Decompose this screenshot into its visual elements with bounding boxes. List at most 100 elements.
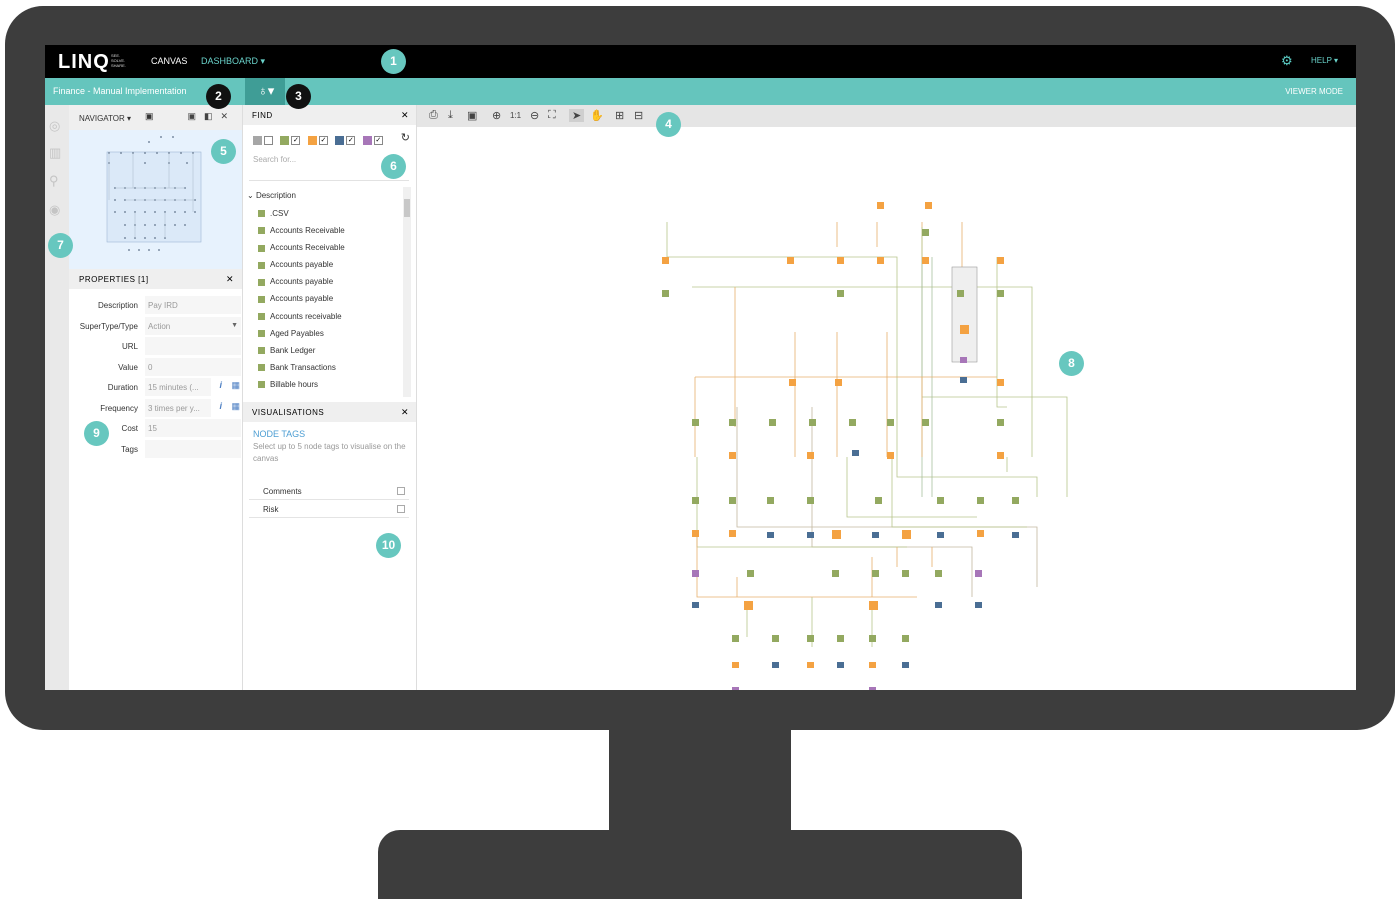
- property-value[interactable]: 0: [145, 357, 241, 376]
- nav-dashboard-menu[interactable]: DASHBOARD ▾: [201, 56, 265, 67]
- close-icon[interactable]: ✕: [226, 274, 234, 285]
- data-node-icon: [258, 210, 265, 218]
- actual-size-icon[interactable]: 1:1: [510, 111, 521, 120]
- list-item[interactable]: .CSV: [258, 209, 345, 226]
- print-icon[interactable]: ⎙: [429, 109, 438, 122]
- property-value[interactable]: 15: [145, 419, 241, 437]
- find-header: FIND ✕: [243, 105, 416, 125]
- filter-checkbox[interactable]: ✓: [346, 136, 356, 146]
- property-label: Cost: [121, 424, 138, 433]
- list-item[interactable]: Accounts Receivable: [258, 226, 345, 243]
- filter-checkbox[interactable]: ✓: [373, 136, 383, 146]
- process-canvas[interactable]: [417, 127, 1356, 690]
- callout-badge: 7: [48, 233, 73, 258]
- tag-checkbox[interactable]: [397, 505, 405, 513]
- scrollbar-thumb[interactable]: [404, 199, 410, 217]
- tag-label: Comments: [263, 487, 302, 496]
- data-node-icon: [258, 278, 265, 286]
- app-screen: LINQ SEE. SOLVE. SHARE. CANVAS DASHBOARD…: [45, 45, 1356, 690]
- find-scrollbar[interactable]: [403, 187, 411, 397]
- visualisations-title: VISUALISATIONS: [252, 408, 325, 417]
- navigator-window-buttons[interactable]: ▣◧✕: [187, 111, 236, 122]
- left-icon-rail: ◎ ▥ ⚲ ◉: [45, 105, 69, 690]
- pointer-icon[interactable]: ➤: [569, 109, 585, 122]
- property-row-type: SuperType/Type Action ▼: [69, 316, 242, 337]
- compass-icon[interactable]: ◎: [49, 118, 60, 134]
- user-menu-button[interactable]: ♁▾: [245, 78, 285, 105]
- type-select[interactable]: Action: [145, 316, 241, 335]
- list-item[interactable]: Bank Ledger: [258, 346, 345, 363]
- nav-canvas-link[interactable]: CANVAS: [151, 56, 187, 66]
- property-value[interactable]: 15 minutes (...: [145, 378, 211, 396]
- tag-checkbox[interactable]: [397, 487, 405, 495]
- find-title: FIND: [252, 111, 273, 120]
- description-group[interactable]: ⌄ Description: [247, 191, 296, 200]
- close-icon[interactable]: ✕: [401, 110, 409, 121]
- chevron-down-icon: ⌄: [247, 191, 256, 200]
- callout-badge: 10: [376, 533, 401, 558]
- callout-badge: 8: [1059, 351, 1084, 376]
- pan-hand-icon[interactable]: ✋: [590, 109, 604, 122]
- list-item-label: .CSV: [270, 209, 289, 218]
- search-input[interactable]: Search for...: [253, 155, 296, 164]
- search-icon[interactable]: ⚲: [49, 173, 59, 189]
- expand-all-icon[interactable]: ⊞: [615, 109, 624, 122]
- callout-badge: 5: [211, 139, 236, 164]
- list-item-label: Accounts payable: [270, 260, 334, 270]
- property-value[interactable]: [145, 439, 241, 458]
- list-item-label: Accounts Receivable: [270, 226, 345, 236]
- close-icon[interactable]: ✕: [401, 407, 409, 418]
- node-type-filters: ✓ ✓ ✓ ✓: [253, 132, 386, 150]
- gear-icon[interactable]: ⚙: [1281, 53, 1293, 69]
- property-row-description: Description Pay IRD: [69, 295, 242, 316]
- monitor-stand-neck: [609, 729, 791, 833]
- data-node-icon: [258, 364, 265, 372]
- image-icon[interactable]: ▣: [145, 111, 154, 122]
- refresh-icon[interactable]: ↻: [401, 131, 410, 144]
- data-node-icon: [258, 244, 265, 252]
- group-label: Description: [255, 191, 296, 200]
- list-item[interactable]: Aged Payables: [258, 329, 345, 346]
- calculator-icon[interactable]: ▦: [231, 380, 240, 391]
- collapse-all-icon[interactable]: ⊟: [634, 109, 643, 122]
- eye-icon[interactable]: ◉: [49, 202, 60, 218]
- tag-row-risk[interactable]: Risk: [249, 501, 409, 518]
- navigator-title[interactable]: NAVIGATOR ▾: [79, 114, 131, 123]
- property-label: Duration: [107, 383, 138, 392]
- app-logo[interactable]: LINQ: [58, 51, 110, 74]
- info-icon[interactable]: i: [219, 380, 222, 390]
- zoom-out-icon[interactable]: ⊖: [530, 109, 539, 122]
- property-value[interactable]: Pay IRD: [145, 296, 241, 314]
- chevron-down-icon[interactable]: ▼: [231, 322, 238, 329]
- list-item[interactable]: Bank Transactions: [258, 363, 345, 380]
- callout-badge: 3: [286, 84, 311, 109]
- properties-header: PROPERTIES [1] ✕: [69, 269, 242, 289]
- filter-checkbox[interactable]: ✓: [291, 136, 301, 146]
- property-value[interactable]: [145, 337, 241, 355]
- filter-checkbox[interactable]: ✓: [318, 136, 328, 146]
- property-value[interactable]: 3 times per y...: [145, 398, 211, 417]
- list-item[interactable]: Billable hours: [258, 380, 345, 397]
- info-icon[interactable]: i: [219, 401, 222, 411]
- zoom-in-icon[interactable]: ⊕: [492, 109, 501, 122]
- node-tags-heading: NODE TAGS: [253, 429, 306, 439]
- property-label: Tags: [121, 444, 138, 454]
- calculator-icon[interactable]: ▦: [231, 401, 240, 412]
- fit-screen-icon[interactable]: ⛶: [548, 109, 556, 122]
- project-title: Finance - Manual Implementation: [53, 86, 187, 96]
- download-icon[interactable]: ⤓: [448, 109, 453, 122]
- data-node-icon: [258, 261, 265, 269]
- tag-row-comments[interactable]: Comments: [249, 483, 409, 500]
- list-item-label: Billable hours: [270, 379, 319, 389]
- list-item[interactable]: Accounts payable: [258, 294, 345, 311]
- list-item[interactable]: Accounts payable: [258, 260, 345, 277]
- help-menu[interactable]: HELP ▾: [1311, 56, 1338, 65]
- image-export-icon[interactable]: ▣: [467, 109, 477, 122]
- list-item[interactable]: Accounts Receivable: [258, 243, 345, 260]
- property-label: Value: [118, 362, 138, 372]
- list-item[interactable]: Accounts payable: [258, 277, 345, 294]
- list-item[interactable]: Accounts receivable: [258, 312, 345, 329]
- filter-checkbox[interactable]: [264, 136, 273, 146]
- book-icon[interactable]: ▥: [49, 145, 61, 161]
- top-navbar: LINQ SEE. SOLVE. SHARE. CANVAS DASHBOARD…: [45, 45, 1356, 78]
